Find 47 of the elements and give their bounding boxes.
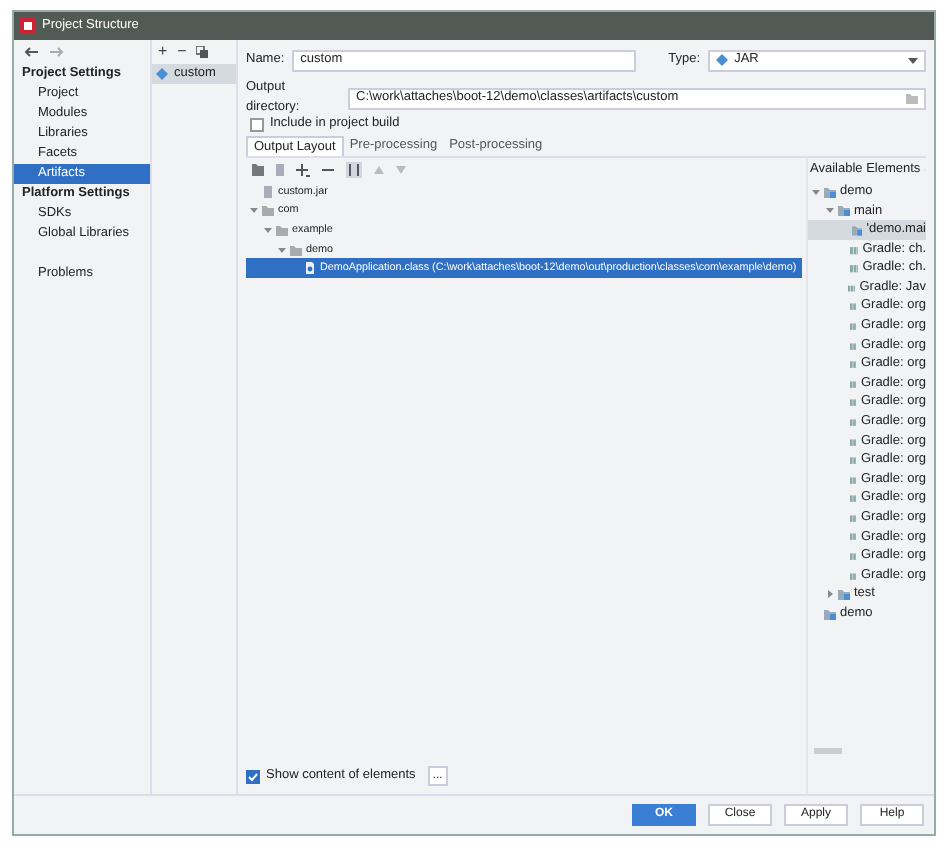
library-icon <box>849 550 857 563</box>
app-icon <box>20 18 36 34</box>
back-icon[interactable] <box>24 46 38 58</box>
copy-icon[interactable] <box>196 46 209 58</box>
toolbar-button[interactable]: − <box>177 44 187 60</box>
folder-icon <box>851 223 863 236</box>
expanded-arrow-icon[interactable] <box>278 245 286 254</box>
expanded-arrow-icon[interactable] <box>812 187 820 196</box>
expanded-arrow-icon[interactable] <box>826 206 834 215</box>
library-icon <box>849 377 857 390</box>
library-icon <box>849 243 859 256</box>
library-icon <box>849 492 857 505</box>
toolbar-button[interactable]: + <box>158 44 168 60</box>
library-icon <box>849 300 857 313</box>
library-icon <box>849 319 857 332</box>
up-icon[interactable] <box>374 166 384 174</box>
folder-icon <box>838 204 850 217</box>
horizontal-scrollbar[interactable] <box>814 748 842 754</box>
expanded-arrow-icon[interactable] <box>264 225 272 234</box>
diamond-icon <box>156 68 168 80</box>
checkbox[interactable] <box>250 117 264 131</box>
down-icon[interactable] <box>396 166 406 174</box>
library-icon <box>849 415 857 428</box>
caret-icon <box>908 57 918 63</box>
forward-icon[interactable] <box>50 46 64 58</box>
folder-icon[interactable] <box>906 93 918 103</box>
collapsed-arrow-icon[interactable] <box>826 590 834 599</box>
sort-icon[interactable] <box>346 162 362 178</box>
library-icon <box>849 473 857 486</box>
diamond-icon <box>716 54 729 66</box>
library-icon <box>849 262 859 275</box>
library-icon <box>849 530 857 543</box>
folder-icon <box>824 185 836 198</box>
library-icon <box>849 396 857 409</box>
folder-icon <box>838 588 850 601</box>
folder-icon[interactable] <box>252 164 264 176</box>
library-icon <box>848 281 856 294</box>
library-icon <box>849 339 857 352</box>
folder-icon <box>824 607 836 620</box>
library-icon <box>849 511 857 524</box>
library-icon <box>849 435 857 448</box>
library-icon <box>849 358 857 371</box>
add-icon[interactable] <box>296 163 310 177</box>
library-icon <box>849 569 857 582</box>
class-file-icon <box>304 262 316 275</box>
expanded-arrow-icon[interactable] <box>250 206 258 215</box>
library-icon <box>849 454 857 467</box>
